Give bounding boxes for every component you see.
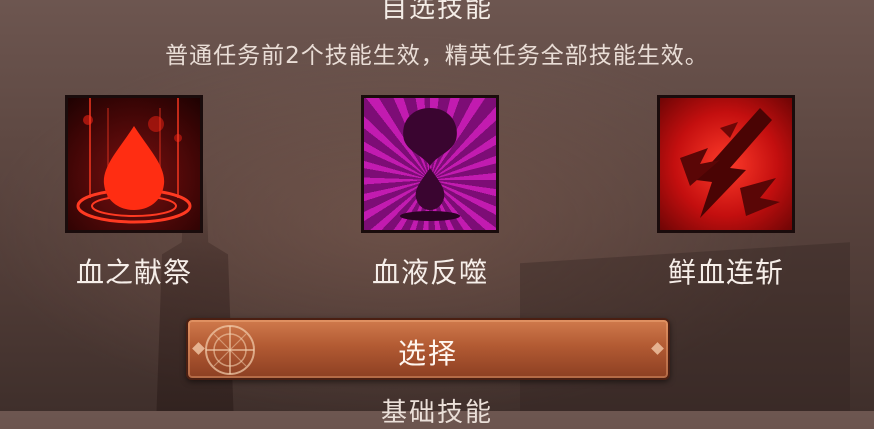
blood-drop-altar-icon: [65, 95, 203, 233]
skill-name: 血之献祭: [75, 256, 192, 289]
select-button[interactable]: 选择: [186, 318, 670, 380]
select-button-label: 选择: [397, 337, 458, 370]
skill-card-blood-sacrifice[interactable]: 血之献祭: [54, 95, 214, 291]
skill-card-blood-slash[interactable]: 鲜血连斩: [646, 95, 806, 291]
section-title: 自选技能: [380, 0, 493, 24]
blood-blade-slash-icon: [657, 95, 795, 233]
blood-hourglass-icon: [361, 95, 499, 233]
section-description: 普通任务前2个技能生效，精英任务全部技能生效。: [165, 43, 709, 69]
skill-card-blood-backlash[interactable]: 血液反噬: [350, 95, 510, 291]
skill-name: 血液反噬: [371, 256, 488, 289]
skill-name: 鲜血连斩: [667, 256, 784, 289]
